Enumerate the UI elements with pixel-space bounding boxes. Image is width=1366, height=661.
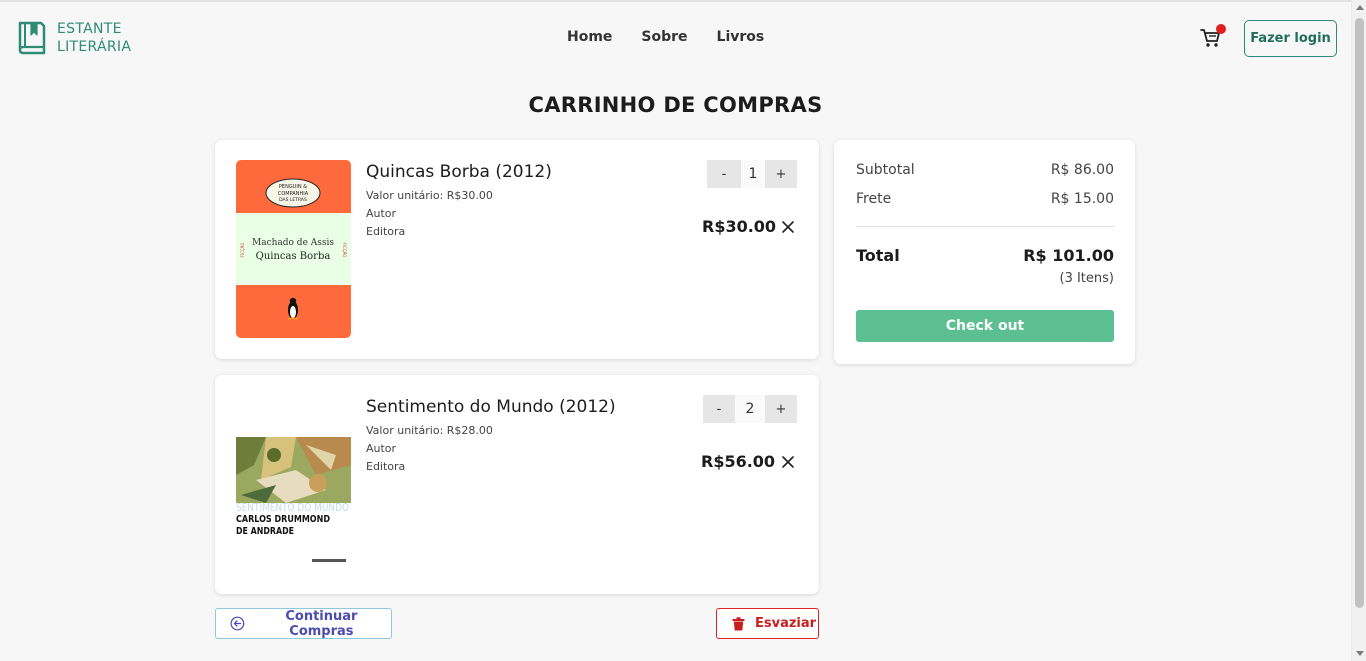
subtotal-label: Subtotal <box>856 162 915 178</box>
login-button[interactable]: Fazer login <box>1244 20 1337 57</box>
main-nav: Home Sobre Livros <box>567 29 764 45</box>
total-label: Total <box>856 246 900 265</box>
shipping-row: Frete R$ 15.00 <box>856 191 1114 207</box>
page-title: CARRINHO DE COMPRAS <box>528 93 823 117</box>
item-author: Autor <box>366 207 397 220</box>
svg-text:SENTIMENTO DO MUNDO: SENTIMENTO DO MUNDO <box>236 501 349 514</box>
item-author: Autor <box>366 442 397 455</box>
nav-livros[interactable]: Livros <box>717 29 765 45</box>
svg-text:FICÇÃO: FICÇÃO <box>240 243 245 258</box>
decrease-qty-button[interactable]: - <box>703 395 735 423</box>
continue-shopping-button[interactable]: Continuar Compras <box>215 608 392 639</box>
scroll-down-icon[interactable] <box>1356 651 1364 656</box>
item-unit-price: Valor unitário: R$28.00 <box>366 424 493 437</box>
cart-item: SENTIMENTO DO MUNDO CARLOS DRUMMOND DE A… <box>215 375 819 594</box>
svg-text:FICÇÃO: FICÇÃO <box>342 243 347 258</box>
nav-home[interactable]: Home <box>567 29 612 45</box>
cart-button[interactable] <box>1200 24 1226 51</box>
logo-line-2: LITERÁRIA <box>57 39 132 55</box>
cover-art: SENTIMENTO DO MUNDO CARLOS DRUMMOND DE A… <box>236 395 351 573</box>
item-title[interactable]: Quincas Borba (2012) <box>366 162 552 182</box>
svg-text:CARLOS DRUMMOND: CARLOS DRUMMOND <box>236 514 330 525</box>
checkout-button[interactable]: Check out <box>856 310 1114 342</box>
item-publisher: Editora <box>366 460 406 473</box>
shipping-value: R$ 15.00 <box>1050 191 1114 207</box>
top-border <box>0 0 1366 2</box>
book-cover-quincas-borba[interactable]: PENGUIN & COMPANHIA DAS LETRAS Machado d… <box>236 160 351 338</box>
summary-divider <box>856 226 1114 227</box>
book-logo-icon <box>18 21 46 55</box>
empty-cart-button[interactable]: Esvaziar <box>716 608 819 639</box>
item-price: R$56.00 <box>701 452 776 471</box>
total-row: Total R$ 101.00 <box>856 246 1114 265</box>
nav-sobre[interactable]: Sobre <box>641 29 687 45</box>
item-price: R$30.00 <box>702 217 777 236</box>
subtotal-row: Subtotal R$ 86.00 <box>856 162 1114 178</box>
cart-item: PENGUIN & COMPANHIA DAS LETRAS Machado d… <box>215 140 819 359</box>
item-unit-price: Valor unitário: R$30.00 <box>366 189 493 202</box>
item-title[interactable]: Sentimento do Mundo (2012) <box>366 397 616 417</box>
book-cover-sentimento-do-mundo[interactable]: SENTIMENTO DO MUNDO CARLOS DRUMMOND DE A… <box>236 395 351 573</box>
trash-icon <box>732 616 745 630</box>
decrease-qty-button[interactable]: - <box>707 160 741 188</box>
cart-badge <box>1216 24 1226 34</box>
quantity-stepper: - 2 + <box>703 395 797 423</box>
scroll-up-icon[interactable] <box>1356 5 1364 10</box>
subtotal-value: R$ 86.00 <box>1050 162 1114 178</box>
svg-text:DE ANDRADE: DE ANDRADE <box>236 526 294 537</box>
logo-line-1: ESTANTE <box>57 21 122 37</box>
continue-shopping-label: Continuar Compras <box>285 608 358 639</box>
cover-title: Quincas Borba <box>256 251 331 262</box>
logo[interactable]: ESTANTE LITERÁRIA <box>16 20 131 56</box>
quantity-value: 2 <box>735 395 765 423</box>
quantity-value: 1 <box>741 160 765 188</box>
items-count: (3 Itens) <box>1059 271 1115 286</box>
svg-text:PENGUIN &: PENGUIN & <box>279 184 307 190</box>
cover-author: Machado de Assis <box>252 238 334 248</box>
quantity-stepper: - 1 + <box>707 160 797 188</box>
svg-text:COMPANHIA: COMPANHIA <box>278 191 309 197</box>
empty-cart-label: Esvaziar <box>755 616 817 631</box>
remove-item-icon[interactable] <box>781 220 795 234</box>
increase-qty-button[interactable]: + <box>765 395 797 423</box>
increase-qty-button[interactable]: + <box>765 160 797 188</box>
total-value: R$ 101.00 <box>1023 246 1114 265</box>
vertical-scrollbar[interactable] <box>1351 0 1366 661</box>
remove-item-icon[interactable] <box>781 455 795 469</box>
order-summary: Subtotal R$ 86.00 Frete R$ 15.00 Total R… <box>834 140 1135 364</box>
cover-art: PENGUIN & COMPANHIA DAS LETRAS Machado d… <box>236 160 351 338</box>
shipping-label: Frete <box>856 191 892 207</box>
arrow-left-circle-icon <box>230 616 245 631</box>
svg-text:DAS LETRAS: DAS LETRAS <box>279 197 307 203</box>
item-publisher: Editora <box>366 225 406 238</box>
scrollbar-thumb[interactable] <box>1355 18 1364 608</box>
